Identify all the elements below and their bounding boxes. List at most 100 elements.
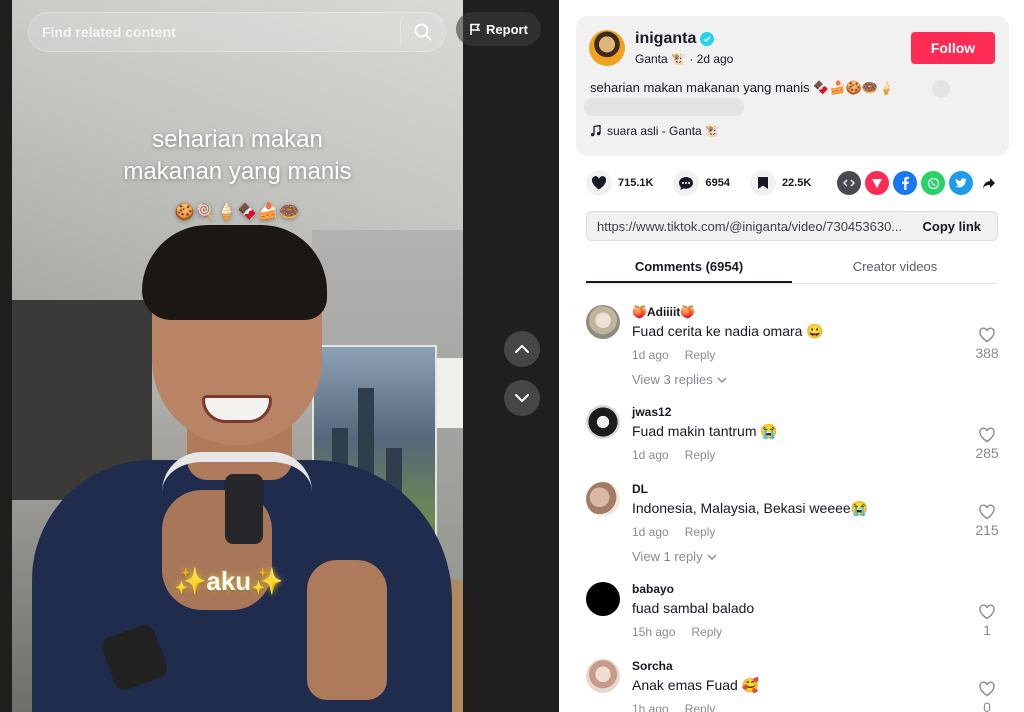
commenter-avatar[interactable] — [586, 305, 620, 339]
commenter-avatar[interactable] — [586, 582, 620, 616]
comment-like-count: 285 — [975, 445, 999, 461]
comment-tabs: Comments (6954) Creator videos — [586, 250, 998, 284]
like-stat[interactable]: 715.1K — [586, 170, 653, 196]
comment-like: 388 — [972, 327, 1002, 361]
reply-button[interactable]: Reply — [685, 525, 716, 539]
video-caption-overlay: seharian makan makanan yang manis — [12, 124, 463, 188]
music-title: suara asli - Ganta 🐮 — [607, 124, 720, 138]
comment-time: 15h ago — [632, 625, 676, 639]
video-frame[interactable]: seharian makan makanan yang manis 🍪🍭🍦🍫🍰🍩… — [12, 0, 463, 712]
video-caption-line: seharian makan — [152, 126, 323, 153]
reply-button[interactable]: Reply — [685, 702, 716, 712]
author-display-name: Ganta 🐮 — [635, 52, 686, 66]
verified-badge-icon — [700, 32, 715, 46]
post-time: 2d ago — [696, 52, 734, 66]
comment-count: 6954 — [705, 177, 730, 189]
comment-meta: 15h ago Reply — [632, 625, 722, 639]
reply-button[interactable]: Reply — [685, 348, 716, 362]
heart-outline-icon[interactable] — [978, 681, 996, 697]
author-avatar[interactable] — [589, 30, 625, 66]
report-button[interactable]: Report — [456, 12, 541, 46]
commenter-username[interactable]: DL — [632, 482, 648, 496]
comment-item: Sorcha Anak emas Fuad 🥰 1h ago Reply 0 — [586, 659, 1016, 712]
facebook-icon[interactable] — [893, 171, 917, 195]
comment-like: 0 — [972, 681, 1002, 712]
commenter-avatar[interactable] — [586, 482, 620, 516]
commenter-avatar[interactable] — [586, 405, 620, 439]
video-player[interactable]: seharian makan makanan yang manis 🍪🍭🍦🍫🍰🍩… — [0, 0, 559, 712]
heart-outline-icon[interactable] — [978, 504, 996, 520]
commenter-username[interactable]: jwas12 — [632, 405, 671, 419]
chevron-down-icon — [717, 377, 727, 383]
report-label: Report — [486, 21, 528, 37]
flag-icon — [470, 23, 481, 35]
share-buttons — [837, 171, 1001, 195]
comment-text: Indonesia, Malaysia, Bekasi weeee😭 — [632, 500, 869, 516]
tab-creator-videos[interactable]: Creator videos — [792, 250, 998, 283]
commenter-avatar[interactable] — [586, 659, 620, 693]
meta-separator: · — [689, 52, 697, 66]
view-replies-button[interactable]: View 1 reply — [632, 549, 717, 564]
description-more-dot — [932, 80, 950, 98]
search-button[interactable] — [401, 13, 445, 51]
reply-button[interactable]: Reply — [685, 448, 716, 462]
commenter-username[interactable]: Sorcha — [632, 659, 673, 673]
comment-like: 285 — [972, 427, 1002, 461]
comment-item: 🍑Adiiiit🍑 Fuad cerita ke nadia omara 😀 1… — [586, 305, 1016, 395]
comment-text: fuad sambal balado — [632, 600, 755, 616]
heart-outline-icon[interactable] — [978, 327, 996, 343]
heart-outline-icon[interactable] — [978, 427, 996, 443]
video-person-thumb — [307, 560, 387, 700]
comment-meta: 1d ago Reply — [632, 525, 715, 539]
comment-like: 1 — [972, 604, 1002, 638]
video-link-url[interactable]: https://www.tiktok.com/@iniganta/video/7… — [587, 219, 910, 234]
comment-meta: 1h ago Reply — [632, 702, 715, 712]
comment-like-count: 1 — [983, 622, 991, 638]
view-replies-label: View 1 reply — [632, 549, 703, 564]
comment-meta: 1d ago Reply — [632, 448, 715, 462]
author-meta: Ganta 🐮 · 2d ago — [635, 52, 733, 66]
whatsapp-icon[interactable] — [921, 171, 945, 195]
tab-comments[interactable]: Comments (6954) — [586, 250, 792, 283]
send-to-friends-icon[interactable] — [865, 171, 889, 195]
comment-time: 1d ago — [632, 525, 669, 539]
video-word-overlay: ✨aku✨ — [174, 566, 284, 596]
music-note-icon — [590, 125, 601, 137]
comment-text: Fuad makin tantrum 😭 — [632, 423, 778, 439]
comment-like-count: 0 — [983, 699, 991, 712]
bookmark-icon — [749, 170, 776, 196]
follow-button[interactable]: Follow — [911, 32, 995, 64]
video-link-box: https://www.tiktok.com/@iniganta/video/7… — [586, 211, 998, 241]
search-input[interactable] — [42, 13, 400, 51]
reply-button[interactable]: Reply — [691, 625, 722, 639]
music-link[interactable]: suara asli - Ganta 🐮 — [590, 124, 720, 138]
next-video-button[interactable] — [504, 380, 540, 416]
comment-like-count: 388 — [975, 345, 999, 361]
commenter-username[interactable]: babayo — [632, 582, 674, 596]
video-emoji-overlay: 🍪🍭🍦🍫🍰🍩 — [174, 204, 301, 221]
twitter-icon[interactable] — [949, 171, 973, 195]
save-stat[interactable]: 22.5K — [749, 170, 812, 196]
video-microphone — [225, 474, 263, 544]
comment-meta: 1d ago Reply — [632, 348, 715, 362]
heart-outline-icon[interactable] — [978, 604, 996, 620]
comment-item: babayo fuad sambal balado 15h ago Reply … — [586, 582, 1016, 644]
comment-stat[interactable]: 6954 — [673, 170, 730, 196]
video-wall-card — [437, 358, 463, 428]
embed-icon[interactable] — [837, 171, 861, 195]
comment-time: 1h ago — [632, 702, 669, 712]
like-count: 715.1K — [618, 177, 654, 189]
save-count: 22.5K — [781, 177, 812, 189]
share-arrow-icon[interactable] — [977, 171, 1001, 195]
details-panel: iniganta Ganta 🐮 · 2d ago Follow seharia… — [559, 0, 1024, 712]
previous-video-button[interactable] — [504, 331, 540, 367]
view-replies-button[interactable]: View 3 replies — [632, 372, 727, 387]
post-info-card: iniganta Ganta 🐮 · 2d ago Follow seharia… — [576, 16, 1009, 156]
commenter-username[interactable]: 🍑Adiiiit🍑 — [632, 305, 695, 319]
comment-bubble-icon — [673, 170, 700, 196]
copy-link-button[interactable]: Copy link — [910, 219, 997, 234]
author-username-text: iniganta — [635, 30, 697, 47]
author-username[interactable]: iniganta — [635, 30, 715, 48]
comment-item: DL Indonesia, Malaysia, Bekasi weeee😭 1d… — [586, 482, 1016, 572]
comment-text: Fuad cerita ke nadia omara 😀 — [632, 323, 824, 339]
